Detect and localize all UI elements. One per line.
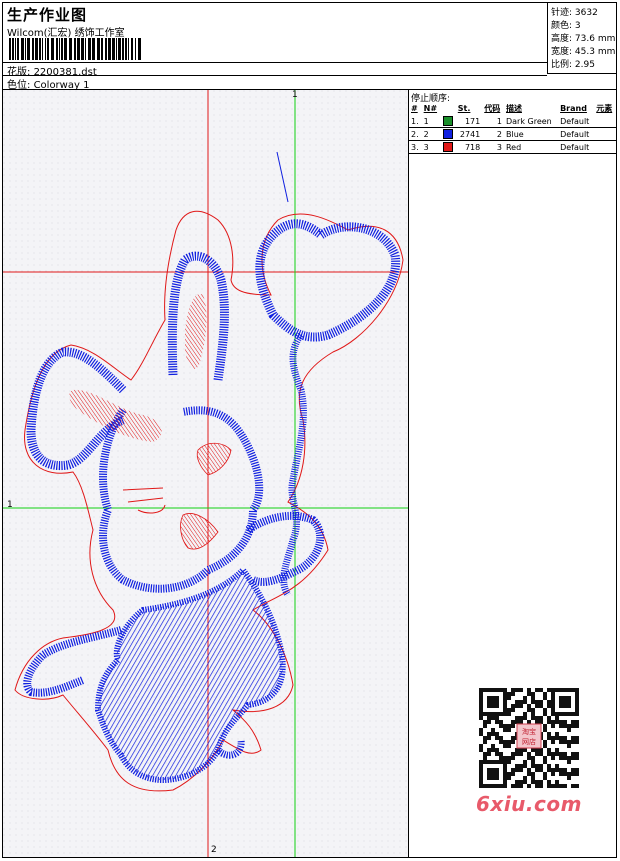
watermark: 6xiu.com <box>476 792 582 816</box>
row-stitches: 171 <box>455 115 483 128</box>
row-swatch <box>440 140 456 154</box>
stat-colors: 颜色: 3 <box>551 21 581 31</box>
embroidery-preview <box>3 90 408 857</box>
row-brand: Default <box>558 115 595 128</box>
row-swatch <box>440 115 456 128</box>
col-needle: N# <box>423 104 438 113</box>
qr-code: 淘宝 网店 <box>473 686 585 789</box>
row-index: 3. <box>409 140 422 154</box>
stop-sequence-table: # N# St. 代码 描述 Brand 元素 1. 1 171 1 Dark Gree… <box>409 102 616 154</box>
row-element <box>594 140 616 154</box>
row-code: 2 <box>482 127 504 141</box>
row-desc: Blue <box>503 127 559 141</box>
color-swatch <box>442 129 453 139</box>
production-sheet: 生产作业图 Wilcom(汇宏) 绣饰工作室 花版: 2200381.dst 色… <box>2 2 617 858</box>
barcode <box>9 38 141 60</box>
row-swatch <box>440 127 456 141</box>
table-header-row: # N# St. 代码 描述 Brand 元素 <box>409 102 616 115</box>
col-brand: Brand <box>560 104 587 113</box>
stat-width: 宽度: 45.3 mm <box>551 47 616 57</box>
col-desc: 描述 <box>505 104 522 113</box>
table-row[interactable]: 2. 2 2741 2 Blue Default <box>409 127 616 141</box>
header: 生产作业图 Wilcom(汇宏) 绣饰工作室 花版: 2200381.dst 色… <box>3 3 617 91</box>
axis-label-bottom: 2 <box>211 845 217 855</box>
row-desc: Red <box>503 140 559 154</box>
sheet-title: 生产作业图 <box>7 6 88 24</box>
color-swatch <box>442 142 453 152</box>
row-index: 2. <box>409 127 422 141</box>
design-stats: 针迹: 3632 颜色: 3 高度: 73.6 mm 宽度: 45.3 mm 比… <box>547 3 617 74</box>
col-code: 代码 <box>484 104 501 113</box>
row-stitches: 2741 <box>455 127 483 141</box>
design-canvas[interactable]: 1 1 2 <box>3 90 409 857</box>
row-element <box>594 115 616 128</box>
row-needle: 3 <box>421 140 441 154</box>
stat-scale: 比例: 2.95 <box>551 60 595 70</box>
table-row[interactable]: 3. 3 718 3 Red Default <box>409 140 616 154</box>
qr-badge-text: 淘宝 <box>522 727 536 736</box>
colorway: 色位: Colorway 1 <box>7 76 89 91</box>
row-brand: Default <box>558 127 595 141</box>
axis-label-left: 1 <box>7 500 13 510</box>
col-swatch <box>441 102 456 115</box>
axis-label-top: 1 <box>292 90 298 100</box>
row-stitches: 718 <box>455 140 483 154</box>
row-index: 1. <box>409 115 422 128</box>
table-row[interactable]: 1. 1 171 1 Dark Green Default <box>409 115 616 128</box>
row-code: 3 <box>482 140 504 154</box>
row-needle: 1 <box>421 115 441 128</box>
col-stitches: St. <box>457 104 471 113</box>
studio-name: Wilcom(汇宏) 绣饰工作室 <box>7 28 125 39</box>
row-desc: Dark Green <box>503 115 559 128</box>
col-element: 元素 <box>596 104 613 113</box>
color-swatch <box>442 116 453 126</box>
row-needle: 2 <box>421 127 441 141</box>
row-element <box>594 127 616 141</box>
row-brand: Default <box>558 140 595 154</box>
stat-stitches: 针迹: 3632 <box>551 8 598 18</box>
svg-text:网店: 网店 <box>522 737 536 746</box>
col-index: # <box>411 104 418 113</box>
row-code: 1 <box>482 115 504 128</box>
stat-height: 高度: 73.6 mm <box>551 34 616 44</box>
